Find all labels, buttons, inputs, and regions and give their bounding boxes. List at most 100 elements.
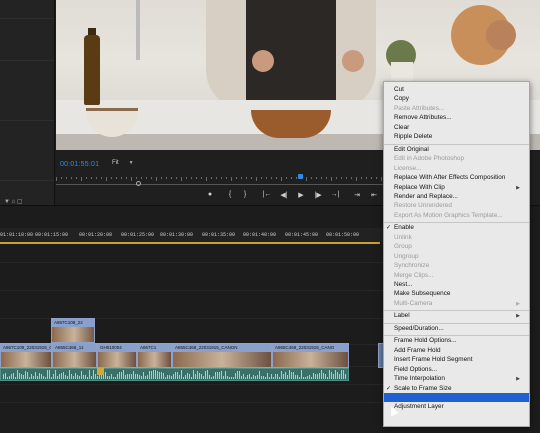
ruler-tick — [261, 177, 262, 179]
waveform-bar — [169, 375, 170, 379]
menu-item-ungroup[interactable]: Ungroup — [394, 253, 524, 261]
menu-item-license[interactable]: License... — [394, 165, 524, 173]
menu-item-edit-in-adobe-photoshop[interactable]: Edit in Adobe Photoshop — [394, 155, 524, 163]
clip-name: A865C468_22031915_CANON — [173, 344, 271, 352]
menu-item-clear[interactable]: Clear — [394, 124, 524, 132]
menu-item-label: Edit Original — [394, 145, 429, 153]
menu-item-enable[interactable]: Enable — [394, 224, 524, 232]
menu-item-merge-clips[interactable]: Merge Clips... — [394, 272, 524, 280]
menu-item-label: Nest... — [394, 281, 413, 288]
menu-item-speed-duration[interactable]: Speed/Duration... — [394, 325, 524, 333]
menu-item-label: Merge Clips... — [394, 271, 434, 279]
video-clip[interactable]: A865C468_22031915_CANO — [272, 343, 349, 368]
waveform-bar — [63, 372, 64, 379]
waveform-bar — [259, 371, 260, 379]
play-icon[interactable]: ▶ — [296, 191, 306, 199]
menu-item-replace-with-clip[interactable]: Replace With Clip ▶ — [394, 184, 524, 192]
waveform-bar — [267, 373, 268, 379]
waveform-bar — [263, 376, 264, 379]
submenu-arrow-icon: ▶ — [516, 300, 520, 307]
menu-item-label: License... — [394, 164, 422, 172]
menu-item-export-as-motion-graphics-template[interactable]: Export As Motion Graphics Template... — [394, 212, 524, 220]
waveform-bar — [271, 374, 272, 379]
waveform-bar — [233, 377, 234, 379]
in-point-handle[interactable] — [136, 181, 141, 186]
menu-item-render-and-replace[interactable]: Render and Replace... — [394, 193, 524, 201]
menu-item-nest[interactable]: Nest... — [394, 281, 524, 289]
ruler-label: 00:01:50:00 — [326, 232, 360, 238]
menu-item-paste-attributes[interactable]: Paste Attributes... — [394, 105, 524, 113]
ruler-tick — [151, 177, 152, 179]
video-clip[interactable]: A867C109_22 — [51, 318, 95, 343]
go-to-in-icon[interactable]: |← — [262, 191, 272, 198]
waveform-bar — [207, 370, 208, 379]
menu-item-time-interpolation[interactable]: Time Interpolation ▶ — [394, 375, 524, 383]
menu-item-make-subsequence[interactable]: Make Subsequence — [394, 290, 524, 298]
menu-item-add-frame-hold[interactable]: Add Frame Hold — [394, 347, 524, 355]
waveform-bar — [339, 374, 340, 379]
step-back-icon[interactable]: ◀| — [279, 191, 289, 199]
ruler-tick — [316, 177, 317, 179]
extract-icon[interactable]: ⇤ — [369, 191, 379, 199]
marker-icon[interactable]: ● — [205, 191, 215, 198]
menu-separator — [384, 335, 529, 337]
go-to-out-icon[interactable]: →| — [330, 191, 340, 198]
ruler-tick — [331, 177, 332, 181]
menu-item-group[interactable]: Group — [394, 243, 524, 251]
monitor-playhead[interactable] — [298, 174, 303, 179]
video-clip[interactable]: A867C109_22031915_CA — [0, 343, 52, 368]
zoom-fit-dropdown[interactable]: Fit ▼ — [112, 160, 142, 169]
waveform-bar — [55, 370, 56, 379]
waveform-bar — [97, 376, 98, 379]
menu-item-label[interactable]: Label ▶ — [394, 312, 524, 320]
step-forward-icon[interactable]: |▶ — [313, 191, 323, 199]
video-clip[interactable]: GH010004 — [97, 343, 137, 368]
menu-item-frame-hold-options[interactable]: Frame Hold Options... — [394, 337, 524, 345]
waveform-bar — [327, 377, 328, 379]
waveform-bar — [79, 376, 80, 379]
menu-item-label: Label — [394, 312, 410, 320]
waveform-bar — [179, 375, 180, 379]
waveform-bar — [139, 375, 140, 379]
waveform-bar — [243, 374, 244, 379]
video-clip[interactable]: A867C1 — [137, 343, 172, 368]
ruler-tick — [381, 177, 382, 181]
ruler-tick — [56, 177, 57, 181]
menu-item-label: Replace With Clip — [394, 183, 445, 191]
menu-item-ripple-delete[interactable]: Ripple Delete — [394, 133, 524, 141]
menu-item-copy[interactable]: Copy — [394, 95, 524, 103]
lift-icon[interactable]: ⇥ — [352, 191, 362, 199]
menu-item-cut[interactable]: Cut — [394, 86, 524, 94]
menu-item-multi-camera[interactable]: Multi-Camera ▶ — [394, 300, 524, 308]
audio-clip[interactable] — [0, 368, 349, 381]
submenu-arrow-icon: ▶ — [516, 184, 520, 191]
menu-item-remove-attributes[interactable]: Remove Attributes... — [394, 114, 524, 122]
waveform-bar — [319, 373, 320, 379]
menu-item-synchronize[interactable]: Synchronize — [394, 262, 524, 270]
waveform-bar — [279, 377, 280, 379]
waveform-bar — [245, 377, 246, 379]
playhead-timecode[interactable]: 00:01:55:01 — [60, 161, 99, 168]
menu-item-adjustment-layer[interactable]: Adjustment Layer — [394, 403, 524, 411]
menu-item-replace-with-after-effects-composition[interactable]: Replace With After Effects Composition — [394, 174, 524, 182]
menu-item-field-options[interactable]: Field Options... — [394, 366, 524, 374]
menu-item-unlink[interactable]: Unlink — [394, 234, 524, 242]
ruler-tick — [141, 177, 142, 179]
timeline-tools[interactable]: ▼ ⌂ ▢ — [4, 198, 23, 205]
ruler-tick — [76, 177, 77, 179]
mark-in-icon[interactable]: { — [225, 191, 235, 198]
ruler-tick — [376, 177, 377, 179]
work-area-bar[interactable] — [0, 242, 380, 244]
monitor-time-ruler[interactable] — [56, 176, 386, 184]
video-clip[interactable]: A865C468_11 — [52, 343, 97, 368]
ruler-tick — [246, 177, 247, 179]
waveform-bar — [67, 376, 68, 379]
menu-item-restore-unrendered[interactable]: Restore Unrendered — [394, 202, 524, 210]
waveform-bar — [331, 372, 332, 379]
mark-out-icon[interactable]: } — [240, 191, 250, 198]
menu-item-edit-original[interactable]: Edit Original — [394, 146, 524, 154]
video-clip[interactable]: A865C468_22031915_CANON — [172, 343, 272, 368]
waveform-bar — [21, 374, 22, 379]
menu-item-insert-frame-hold-segment[interactable]: Insert Frame Hold Segment — [394, 356, 524, 364]
menu-item-scale-to-frame-size[interactable]: Scale to Frame Size — [394, 385, 524, 393]
